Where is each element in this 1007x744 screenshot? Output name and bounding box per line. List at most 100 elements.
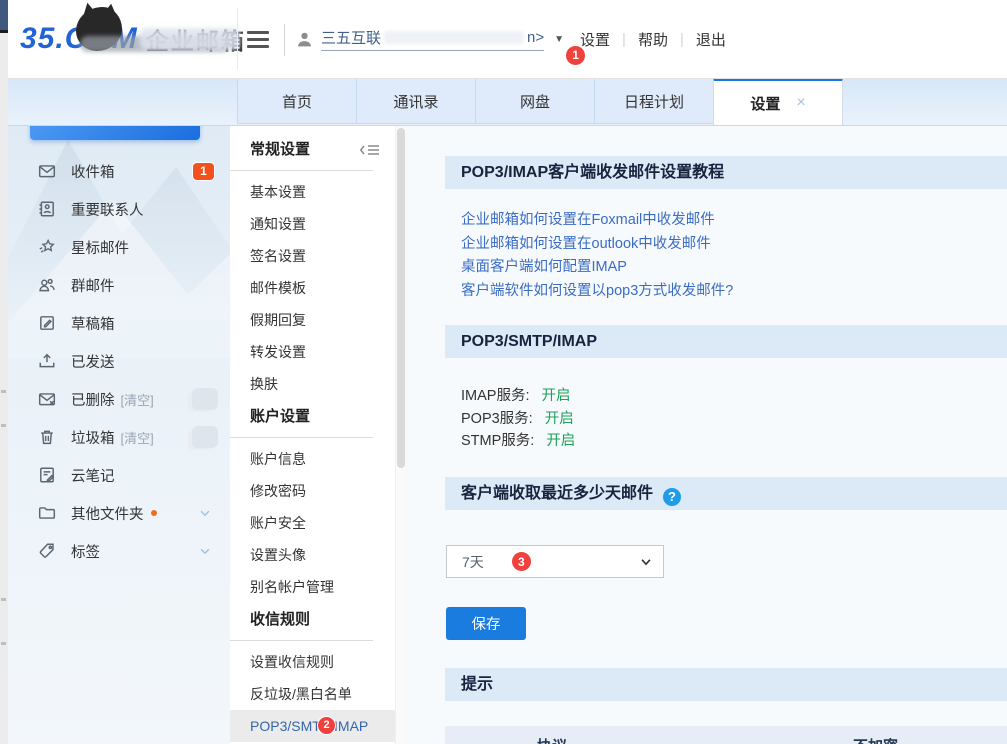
settings-link[interactable]: 设置 1 bbox=[580, 29, 610, 50]
tutorial-link-foxmail[interactable]: 企业邮箱如何设置在Foxmail中收发邮件 bbox=[461, 209, 733, 233]
help-icon[interactable]: ? bbox=[663, 488, 681, 506]
save-button[interactable]: 保存 bbox=[446, 607, 526, 640]
tab-home[interactable]: 首页 bbox=[237, 78, 357, 124]
sidebar-item-starred[interactable]: 星标邮件 bbox=[8, 228, 230, 266]
sidebar-item-deleted[interactable]: 已删除 [清空] bbox=[8, 380, 230, 418]
sidebar-item-tags[interactable]: 标签 bbox=[8, 532, 230, 570]
divider bbox=[230, 170, 373, 171]
section-header-services: POP3/SMTP/IMAP bbox=[445, 325, 1007, 358]
menu-item-account-security[interactable]: 账户安全 bbox=[250, 507, 395, 539]
restore-folder-icon[interactable] bbox=[192, 388, 218, 410]
menu-item-signature-settings[interactable]: 签名设置 bbox=[250, 240, 395, 272]
deleted-mail-icon bbox=[38, 390, 56, 408]
menu-item-notification-settings[interactable]: 通知设置 bbox=[250, 208, 395, 240]
folder-icon bbox=[38, 504, 56, 522]
tab-label: 首页 bbox=[282, 91, 312, 112]
menu-item-receive-rules[interactable]: 设置收信规则 bbox=[250, 646, 395, 678]
user-icon bbox=[296, 31, 313, 48]
collapse-menu-icon[interactable] bbox=[359, 142, 381, 158]
select-notification-badge: 3 bbox=[512, 552, 531, 571]
background-text-fragment bbox=[1, 598, 6, 601]
chevron-down-icon[interactable] bbox=[198, 506, 212, 520]
menu-item-account-info[interactable]: 账户信息 bbox=[250, 443, 395, 475]
sidebar-item-other-folders[interactable]: 其他文件夹 bbox=[8, 494, 230, 532]
chevron-down-icon[interactable] bbox=[198, 544, 212, 558]
tab-strip: 首页 通讯录 网盘 日程计划 设置 × bbox=[8, 78, 1007, 126]
menu-item-basic-settings[interactable]: 基本设置 bbox=[250, 176, 395, 208]
settings-link-label: 设置 bbox=[580, 32, 610, 49]
sidebar-item-important-contacts[interactable]: 重要联系人 bbox=[8, 190, 230, 228]
sidebar-item-trash[interactable]: 垃圾箱 [清空] bbox=[8, 418, 230, 456]
tab-contacts[interactable]: 通讯录 bbox=[356, 78, 476, 124]
menu-item-avatar-settings[interactable]: 设置头像 bbox=[250, 539, 395, 571]
tutorial-link-imap[interactable]: 桌面客户端如何配置IMAP bbox=[461, 256, 733, 280]
divider bbox=[230, 640, 373, 641]
section-title-receive-rules: 收信规则 bbox=[250, 605, 395, 635]
sidebar-item-cloud-notes[interactable]: 云笔记 bbox=[8, 456, 230, 494]
menu-item-skin[interactable]: 换肤 bbox=[250, 368, 395, 400]
menu-item-mail-template[interactable]: 邮件模板 bbox=[250, 272, 395, 304]
divider bbox=[284, 24, 285, 56]
service-row-pop3: POP3服务:开启 bbox=[461, 408, 575, 431]
tab-calendar[interactable]: 日程计划 bbox=[594, 78, 714, 124]
selected-option-label: 7天 bbox=[462, 552, 484, 572]
account-menu[interactable]: 三五互联 n> bbox=[321, 27, 544, 51]
menu-item-change-password[interactable]: 修改密码 bbox=[250, 475, 395, 507]
note-icon bbox=[38, 466, 56, 484]
mail-folder-list: 收件箱 1 重要联系人 星标邮件 群邮件 草稿箱 已发送 bbox=[8, 152, 230, 570]
star-icon bbox=[38, 238, 56, 256]
close-icon[interactable]: × bbox=[796, 94, 805, 112]
service-status: 开启 bbox=[546, 433, 575, 449]
tab-netdisk[interactable]: 网盘 bbox=[475, 78, 595, 124]
sidebar-item-group-mail[interactable]: 群邮件 bbox=[8, 266, 230, 304]
notification-badge: 2 bbox=[318, 717, 335, 734]
divider bbox=[237, 8, 238, 70]
chevron-down-icon bbox=[639, 555, 653, 569]
settings-scrollbar[interactable] bbox=[395, 125, 405, 744]
account-name-tail: n> bbox=[527, 29, 544, 46]
scrollbar-thumb[interactable] bbox=[397, 128, 405, 468]
empty-folder-link[interactable]: [清空] bbox=[121, 428, 154, 447]
service-label: POP3服务: bbox=[461, 411, 533, 427]
sidebar-item-label: 标签 bbox=[71, 541, 100, 562]
sidebar-item-drafts[interactable]: 草稿箱 bbox=[8, 304, 230, 342]
menu-item-pop3-smtp-imap[interactable]: POP3/SMTP/IMAP 2 bbox=[230, 710, 395, 742]
trash-icon bbox=[38, 428, 56, 446]
section-header-tips: 提示 bbox=[445, 668, 1007, 701]
restore-folder-icon[interactable] bbox=[192, 426, 218, 448]
envelope-icon bbox=[38, 162, 56, 180]
sidebar-item-inbox[interactable]: 收件箱 1 bbox=[8, 152, 230, 190]
draft-icon bbox=[38, 314, 56, 332]
empty-folder-link[interactable]: [清空] bbox=[121, 390, 154, 409]
menu-item-label: POP3/SMTP/IMAP bbox=[250, 718, 368, 734]
service-row-imap: IMAP服务:开启 bbox=[461, 385, 575, 408]
service-label: IMAP服务: bbox=[461, 388, 529, 404]
menu-item-anti-spam[interactable]: 反垃圾/黑白名单 bbox=[250, 678, 395, 710]
logout-link[interactable]: 退出 bbox=[696, 29, 726, 50]
service-row-smtp: STMP服务: 开启 bbox=[461, 430, 575, 453]
sidebar-item-label: 草稿箱 bbox=[71, 313, 115, 334]
background-text-fragment bbox=[1, 424, 6, 427]
sidebar-item-sent[interactable]: 已发送 bbox=[8, 342, 230, 380]
caret-down-icon[interactable]: ▼ bbox=[554, 34, 564, 45]
section-title-account: 账户设置 bbox=[250, 402, 395, 432]
tab-settings[interactable]: 设置 × bbox=[713, 78, 843, 125]
tips-table-header: 协议 不加密 bbox=[445, 726, 1007, 744]
days-select[interactable]: 7天 3 bbox=[446, 545, 664, 578]
menu-item-vacation-reply[interactable]: 假期回复 bbox=[250, 304, 395, 336]
section-title-label: 常规设置 bbox=[250, 141, 310, 158]
tutorial-link-outlook[interactable]: 企业邮箱如何设置在outlook中收发邮件 bbox=[461, 233, 733, 257]
sidebar-item-label: 其他文件夹 bbox=[71, 503, 144, 524]
tab-label: 日程计划 bbox=[624, 91, 684, 112]
menu-item-alias-account[interactable]: 别名帐户管理 bbox=[250, 571, 395, 603]
divider bbox=[230, 437, 373, 438]
background-text-fragment bbox=[1, 390, 6, 393]
service-label: STMP服务: bbox=[461, 433, 534, 449]
tutorial-link-pop3[interactable]: 客户端软件如何设置以pop3方式收发邮件? bbox=[461, 280, 733, 304]
section-title-general: 常规设置 bbox=[250, 135, 395, 165]
hamburger-menu-button[interactable] bbox=[247, 31, 269, 48]
menu-item-forward-settings[interactable]: 转发设置 bbox=[250, 336, 395, 368]
background-text-fragment bbox=[1, 642, 6, 645]
help-link[interactable]: 帮助 bbox=[638, 29, 668, 50]
settings-menu: 常规设置 基本设置 通知设置 签名设置 邮件模板 假期回复 转发设置 换肤 账户… bbox=[230, 125, 395, 744]
